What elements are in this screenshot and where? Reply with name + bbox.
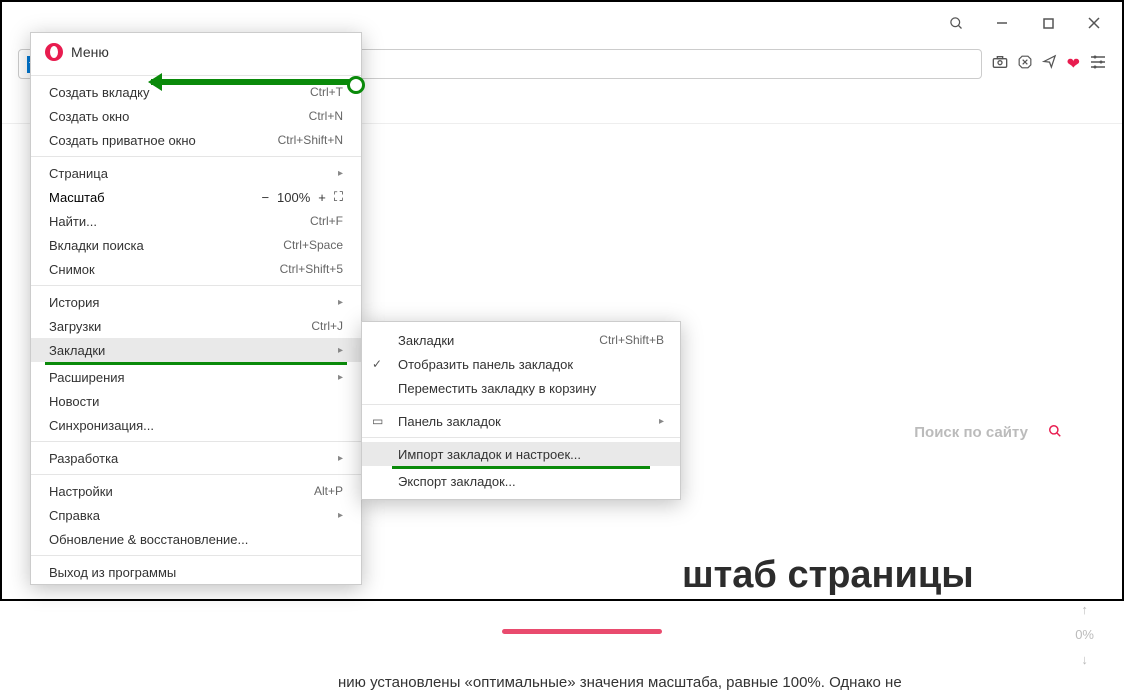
scroll-controls: ↑ 0% ↓ [1075, 602, 1094, 667]
fullscreen-icon[interactable]: ⛶ [334, 189, 343, 205]
send-icon[interactable] [1042, 54, 1057, 74]
menu-bookmarks[interactable]: Закладки▸ [31, 338, 361, 362]
menu-dev[interactable]: Разработка▸ [31, 446, 361, 470]
easy-setup-icon[interactable] [1090, 55, 1106, 74]
menu-title: Меню [71, 44, 109, 60]
zoom-out-icon[interactable]: − [261, 190, 269, 205]
site-search[interactable]: Поиск по сайту [914, 424, 1062, 441]
menu-new-window[interactable]: Создать окноCtrl+N [31, 104, 361, 128]
menu-news[interactable]: Новости [31, 389, 361, 413]
menu-update[interactable]: Обновление & восстановление... [31, 527, 361, 551]
submenu-import[interactable]: Импорт закладок и настроек... [362, 442, 680, 466]
bookmarks-submenu: ЗакладкиCtrl+Shift+B ✓Отобразить панель … [361, 321, 681, 500]
check-icon: ✓ [372, 357, 382, 371]
menu-help[interactable]: Справка▸ [31, 503, 361, 527]
menu-exit[interactable]: Выход из программы [31, 560, 361, 584]
scroll-down-icon[interactable]: ↓ [1081, 652, 1088, 667]
zoom-in-icon[interactable]: + [318, 190, 326, 205]
menu-header[interactable]: Меню [31, 33, 361, 71]
heart-icon[interactable]: ❤ [1067, 54, 1080, 74]
folder-icon: ▭ [372, 414, 383, 428]
close-button[interactable] [1074, 8, 1114, 38]
zoom-indicator: 0% [1075, 627, 1094, 642]
scroll-up-icon[interactable]: ↑ [1081, 602, 1088, 617]
menu-zoom[interactable]: Масштаб−100%+⛶ [31, 185, 361, 209]
menu-history[interactable]: История▸ [31, 290, 361, 314]
submenu-bookmarks[interactable]: ЗакладкиCtrl+Shift+B [362, 328, 680, 352]
menu-find[interactable]: Найти...Ctrl+F [31, 209, 361, 233]
block-icon[interactable] [1018, 55, 1032, 74]
main-menu: Меню Создать вкладкуCtrl+T Создать окноC… [30, 32, 362, 585]
page-title: штаб страницы [682, 554, 974, 597]
menu-search-tabs[interactable]: Вкладки поискаCtrl+Space [31, 233, 361, 257]
submenu-bar[interactable]: ▭Панель закладок▸ [362, 409, 680, 433]
menu-settings[interactable]: НастройкиAlt+P [31, 479, 361, 503]
submenu-move-trash[interactable]: Переместить закладку в корзину [362, 376, 680, 400]
search-icon[interactable] [936, 8, 976, 38]
menu-snapshot[interactable]: СнимокCtrl+Shift+5 [31, 257, 361, 281]
search-icon [1048, 424, 1062, 441]
annotation-arrow [151, 79, 361, 85]
body-text: нию установлены «оптимальные» значения м… [338, 674, 902, 691]
menu-extensions[interactable]: Расширения▸ [31, 365, 361, 389]
search-placeholder: Поиск по сайту [914, 424, 1028, 441]
minimize-button[interactable] [982, 8, 1022, 38]
menu-sync[interactable]: Синхронизация... [31, 413, 361, 437]
menu-page[interactable]: Страница▸ [31, 161, 361, 185]
submenu-show-bar[interactable]: ✓Отобразить панель закладок [362, 352, 680, 376]
heading-underline [502, 629, 662, 634]
menu-new-private[interactable]: Создать приватное окноCtrl+Shift+N [31, 128, 361, 152]
menu-downloads[interactable]: ЗагрузкиCtrl+J [31, 314, 361, 338]
submenu-export[interactable]: Экспорт закладок... [362, 469, 680, 493]
maximize-button[interactable] [1028, 8, 1068, 38]
opera-icon [45, 43, 63, 61]
camera-icon[interactable] [992, 55, 1008, 74]
